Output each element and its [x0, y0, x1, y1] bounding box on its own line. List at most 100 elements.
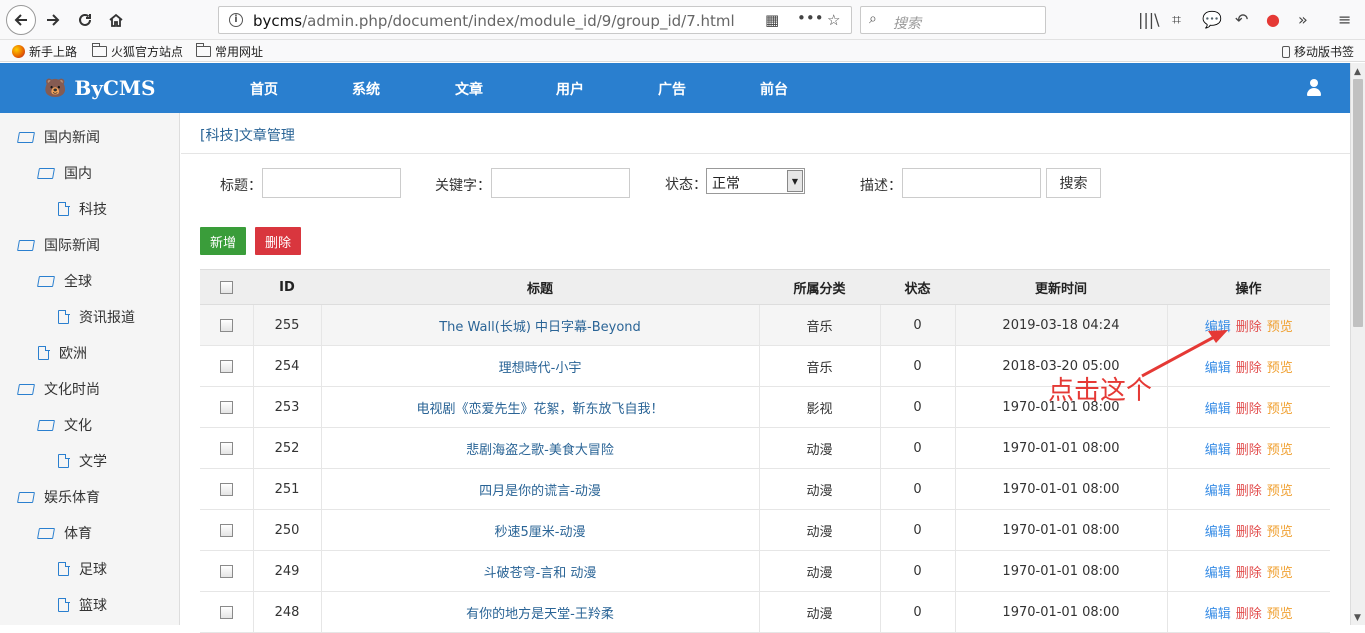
more-actions-icon[interactable]: •••	[797, 9, 824, 27]
logo[interactable]: 🐻 ByCMS	[44, 76, 155, 100]
row-title-link[interactable]: 四月是你的谎言-动漫	[479, 484, 601, 499]
url-text[interactable]: bycms/admin.php/document/index/module_id…	[253, 12, 735, 30]
edit-link[interactable]: 编辑	[1205, 320, 1231, 335]
search-button[interactable]: 搜索	[1046, 168, 1101, 198]
qr-code-icon[interactable]: ▦	[765, 11, 779, 29]
preview-link[interactable]: 预览	[1267, 607, 1293, 622]
sidebar-item-global[interactable]: 全球	[37, 271, 92, 291]
row-checkbox[interactable]	[219, 564, 233, 578]
bulk-delete-button[interactable]: 删除	[255, 227, 301, 255]
preview-link[interactable]: 预览	[1267, 320, 1293, 335]
sidebar-item-literature[interactable]: 文学	[58, 451, 107, 471]
header-category[interactable]: 所属分类	[759, 269, 880, 305]
sidebar-item-culture[interactable]: 文化	[37, 415, 92, 435]
delete-link[interactable]: 删除	[1236, 484, 1262, 499]
preview-link[interactable]: 预览	[1267, 484, 1293, 499]
edit-link[interactable]: 编辑	[1205, 566, 1231, 581]
preview-link[interactable]: 预览	[1267, 566, 1293, 581]
delete-link[interactable]: 删除	[1236, 566, 1262, 581]
title-filter-input[interactable]	[262, 168, 401, 198]
edit-link[interactable]: 编辑	[1205, 361, 1231, 376]
sidebar-item-europe[interactable]: 欧洲	[38, 343, 87, 363]
nav-ads[interactable]: 广告	[658, 79, 686, 99]
edit-link[interactable]: 编辑	[1205, 525, 1231, 540]
info-icon[interactable]: i	[229, 13, 243, 27]
preview-link[interactable]: 预览	[1267, 402, 1293, 417]
user-icon[interactable]	[1306, 79, 1322, 97]
row-title-link[interactable]: 电视剧《恋爱先生》花絮，靳东放飞自我！	[416, 402, 663, 417]
row-checkbox[interactable]	[219, 359, 233, 373]
hamburger-menu-icon[interactable]: ≡	[1338, 10, 1351, 29]
url-bar[interactable]: i bycms/admin.php/document/index/module_…	[218, 6, 852, 34]
row-checkbox[interactable]	[219, 523, 233, 537]
row-checkbox[interactable]	[219, 605, 233, 619]
preview-link[interactable]: 预览	[1267, 361, 1293, 376]
reload-button[interactable]	[72, 7, 98, 33]
edit-link[interactable]: 编辑	[1205, 484, 1231, 499]
row-title-link[interactable]: 秒速5厘米-动漫	[495, 525, 586, 540]
scroll-up-arrow-icon[interactable]: ▲	[1354, 67, 1361, 77]
undo-icon[interactable]: ↶	[1235, 10, 1248, 29]
delete-link[interactable]: 删除	[1236, 607, 1262, 622]
nav-users[interactable]: 用户	[556, 79, 584, 99]
location-pin-icon[interactable]: ●	[1266, 10, 1280, 29]
chat-icon[interactable]: 💬	[1202, 10, 1222, 29]
bookmark-firefox-official[interactable]: 火狐官方站点	[91, 43, 183, 60]
sidebar-item-international-news[interactable]: 国际新闻	[17, 235, 100, 255]
header-status[interactable]: 状态	[880, 269, 955, 305]
row-checkbox[interactable]	[219, 441, 233, 455]
row-title-link[interactable]: The Wall(长城) 中日字幕-Beyond	[439, 320, 641, 335]
breadcrumb[interactable]: [科技]文章管理	[200, 125, 295, 145]
edit-link[interactable]: 编辑	[1205, 443, 1231, 458]
row-title-link[interactable]: 有你的地方是天堂-王羚柔	[466, 607, 614, 622]
overflow-chevron-icon[interactable]: »	[1298, 10, 1308, 29]
preview-link[interactable]: 预览	[1267, 525, 1293, 540]
sidebar-item-news-reports[interactable]: 资讯报道	[58, 307, 135, 327]
bookmark-mobile[interactable]: 移动版书签	[1282, 43, 1354, 60]
sidebar-item-culture-fashion[interactable]: 文化时尚	[17, 379, 100, 399]
row-title-link[interactable]: 斗破苍穹-言和 动漫	[484, 566, 597, 581]
add-button[interactable]: 新增	[200, 227, 246, 255]
delete-link[interactable]: 删除	[1236, 361, 1262, 376]
header-title[interactable]: 标题	[321, 269, 759, 305]
keyword-filter-input[interactable]	[491, 168, 630, 198]
nav-system[interactable]: 系统	[352, 79, 380, 99]
row-checkbox[interactable]	[219, 482, 233, 496]
nav-frontend[interactable]: 前台	[760, 79, 788, 99]
sidebar-item-domestic[interactable]: 国内	[37, 163, 92, 183]
delete-link[interactable]: 删除	[1236, 320, 1262, 335]
nav-articles[interactable]: 文章	[455, 79, 483, 99]
scrollbar-thumb[interactable]	[1353, 79, 1363, 327]
page-scrollbar[interactable]: ▲ ▼	[1350, 63, 1365, 625]
dropdown-arrow-icon[interactable]: ▼	[787, 170, 803, 192]
delete-link[interactable]: 删除	[1236, 525, 1262, 540]
preview-link[interactable]: 预览	[1267, 443, 1293, 458]
forward-button[interactable]	[40, 7, 66, 33]
edit-link[interactable]: 编辑	[1205, 402, 1231, 417]
bookmark-star-icon[interactable]: ☆	[827, 11, 840, 29]
home-button[interactable]	[103, 7, 129, 33]
edit-link[interactable]: 编辑	[1205, 607, 1231, 622]
browser-search-bar[interactable]: ⌕ 搜索	[860, 6, 1046, 34]
row-title-link[interactable]: 理想時代-小宇	[499, 361, 582, 376]
sidebar-item-entertainment-sports[interactable]: 娱乐体育	[17, 487, 100, 507]
delete-link[interactable]: 删除	[1236, 402, 1262, 417]
back-button[interactable]	[6, 5, 36, 35]
bookmark-beginner[interactable]: 新手上路	[12, 43, 77, 60]
desc-filter-input[interactable]	[902, 168, 1041, 198]
scroll-down-arrow-icon[interactable]: ▼	[1354, 613, 1361, 623]
delete-link[interactable]: 删除	[1236, 443, 1262, 458]
sidebar-item-football[interactable]: 足球	[58, 559, 107, 579]
sidebar-item-basketball[interactable]: 篮球	[58, 595, 107, 615]
sidebar-item-domestic-news[interactable]: 国内新闻	[17, 127, 100, 147]
header-id[interactable]: ID	[253, 269, 321, 305]
sidebar-item-sports[interactable]: 体育	[37, 523, 92, 543]
bookmark-common-sites[interactable]: 常用网址	[195, 43, 263, 60]
row-checkbox[interactable]	[219, 400, 233, 414]
row-title-link[interactable]: 悲剧海盗之歌-美食大冒险	[466, 443, 614, 458]
library-icon[interactable]: |||\	[1138, 10, 1160, 29]
sidebar-item-tech[interactable]: 科技	[58, 199, 107, 219]
crop-screenshot-icon[interactable]: ⌗	[1172, 10, 1181, 30]
nav-home[interactable]: 首页	[250, 79, 278, 99]
row-checkbox[interactable]	[219, 318, 233, 332]
